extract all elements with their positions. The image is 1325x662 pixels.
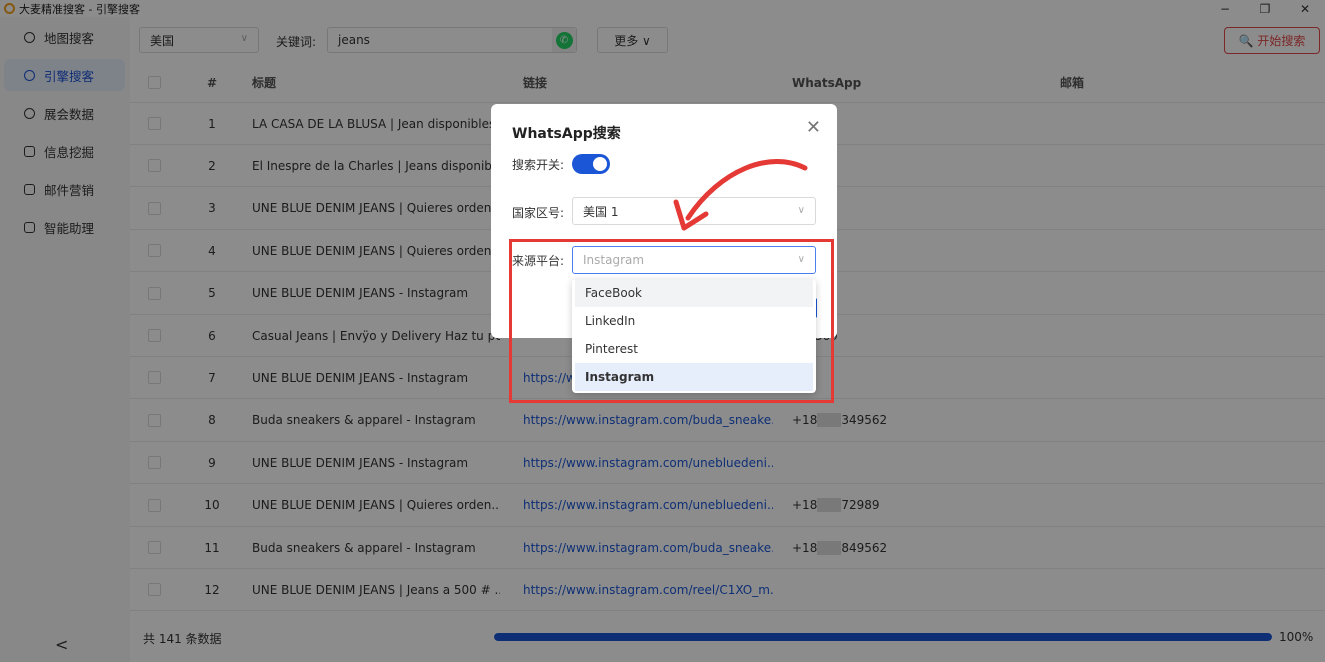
search-switch-toggle[interactable] <box>572 154 610 174</box>
country-code-label: 国家区号: <box>512 206 565 220</box>
annotation-highlight-box <box>509 239 834 403</box>
dialog-title: WhatsApp搜索 <box>512 126 621 142</box>
close-icon[interactable]: ✕ <box>806 117 821 138</box>
country-code-value: 美国 1 <box>583 204 619 219</box>
switch-label: 搜索开关: <box>512 158 565 172</box>
annotation-arrow-icon <box>673 158 808 231</box>
